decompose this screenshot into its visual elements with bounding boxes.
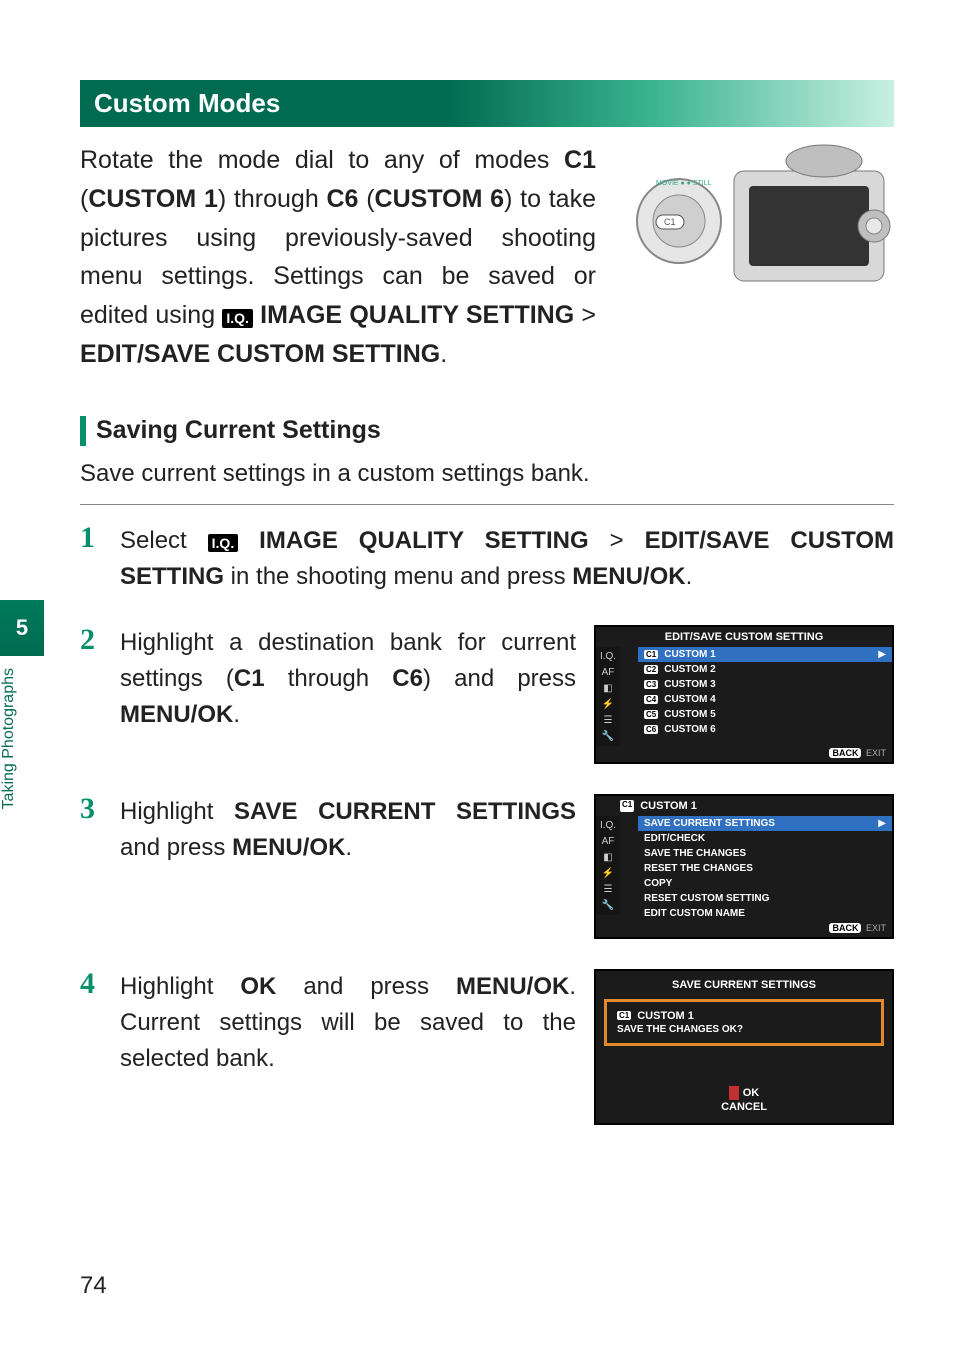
menu-item[interactable]: COPY <box>638 876 892 891</box>
menu-item[interactable]: C3CUSTOM 3 <box>638 677 892 692</box>
step-1: 1 Select I.Q. IMAGE QUALITY SETTING > ED… <box>80 523 894 595</box>
chapter-title: Taking Photographs <box>0 668 28 809</box>
section-header: Custom Modes <box>80 80 894 127</box>
iq-icon: I.Q. <box>222 309 253 328</box>
svg-text:MOVIE ● ● STILL: MOVIE ● ● STILL <box>656 180 712 187</box>
step-2: 2 Highlight a destination bank for curre… <box>80 625 894 764</box>
cancel-button[interactable]: CANCEL <box>604 1101 884 1113</box>
lcd-custom1-menu: C1 CUSTOM 1 I.Q.AF◧⚡☰🔧 SAVE CURRENT SETT… <box>594 794 894 939</box>
menu-item[interactable]: SAVE CURRENT SETTINGS▶ <box>638 816 892 831</box>
lcd-save-confirm: SAVE CURRENT SETTINGS C1CUSTOM 1 SAVE TH… <box>594 969 894 1125</box>
menu-item[interactable]: EDIT/CHECK <box>638 831 892 846</box>
iq-icon: I.Q. <box>208 534 239 553</box>
chapter-tab: 5 Taking Photographs <box>0 600 44 840</box>
step-3: 3 Highlight SAVE CURRENT SETTINGS and pr… <box>80 794 894 939</box>
intro-paragraph: Rotate the mode dial to any of modes C1 … <box>80 141 596 374</box>
svg-text:C1: C1 <box>664 217 676 227</box>
menu-item[interactable]: SAVE THE CHANGES <box>638 846 892 861</box>
camera-illustration: C1 MOVIE ● ● STILL <box>614 141 894 311</box>
lead-text: Save current settings in a custom settin… <box>80 456 894 492</box>
step-4: 4 Highlight OK and press MENU/OK. Curren… <box>80 969 894 1125</box>
divider <box>80 504 894 505</box>
menu-item[interactable]: EDIT CUSTOM NAME <box>638 906 892 921</box>
page-number: 74 <box>80 1272 107 1300</box>
lcd-side-icons: I.Q.AF◧⚡☰🔧 <box>596 647 620 746</box>
menu-item[interactable]: C1CUSTOM 1▶ <box>638 647 892 662</box>
menu-item[interactable]: C6CUSTOM 6 <box>638 722 892 737</box>
menu-item[interactable]: C4CUSTOM 4 <box>638 692 892 707</box>
menu-item[interactable]: C5CUSTOM 5 <box>638 707 892 722</box>
chapter-number: 5 <box>0 600 44 656</box>
accent-bar <box>80 416 86 446</box>
menu-item[interactable]: RESET THE CHANGES <box>638 861 892 876</box>
lcd-edit-save-custom: EDIT/SAVE CUSTOM SETTING I.Q.AF◧⚡☰🔧 C1CU… <box>594 625 894 764</box>
menu-item[interactable]: RESET CUSTOM SETTING <box>638 891 892 906</box>
ok-button[interactable]: OK <box>604 1086 884 1100</box>
lcd-side-icons: I.Q.AF◧⚡☰🔧 <box>596 816 620 915</box>
menu-item[interactable]: C2CUSTOM 2 <box>638 662 892 677</box>
sub-heading: Saving Current Settings <box>80 416 894 446</box>
